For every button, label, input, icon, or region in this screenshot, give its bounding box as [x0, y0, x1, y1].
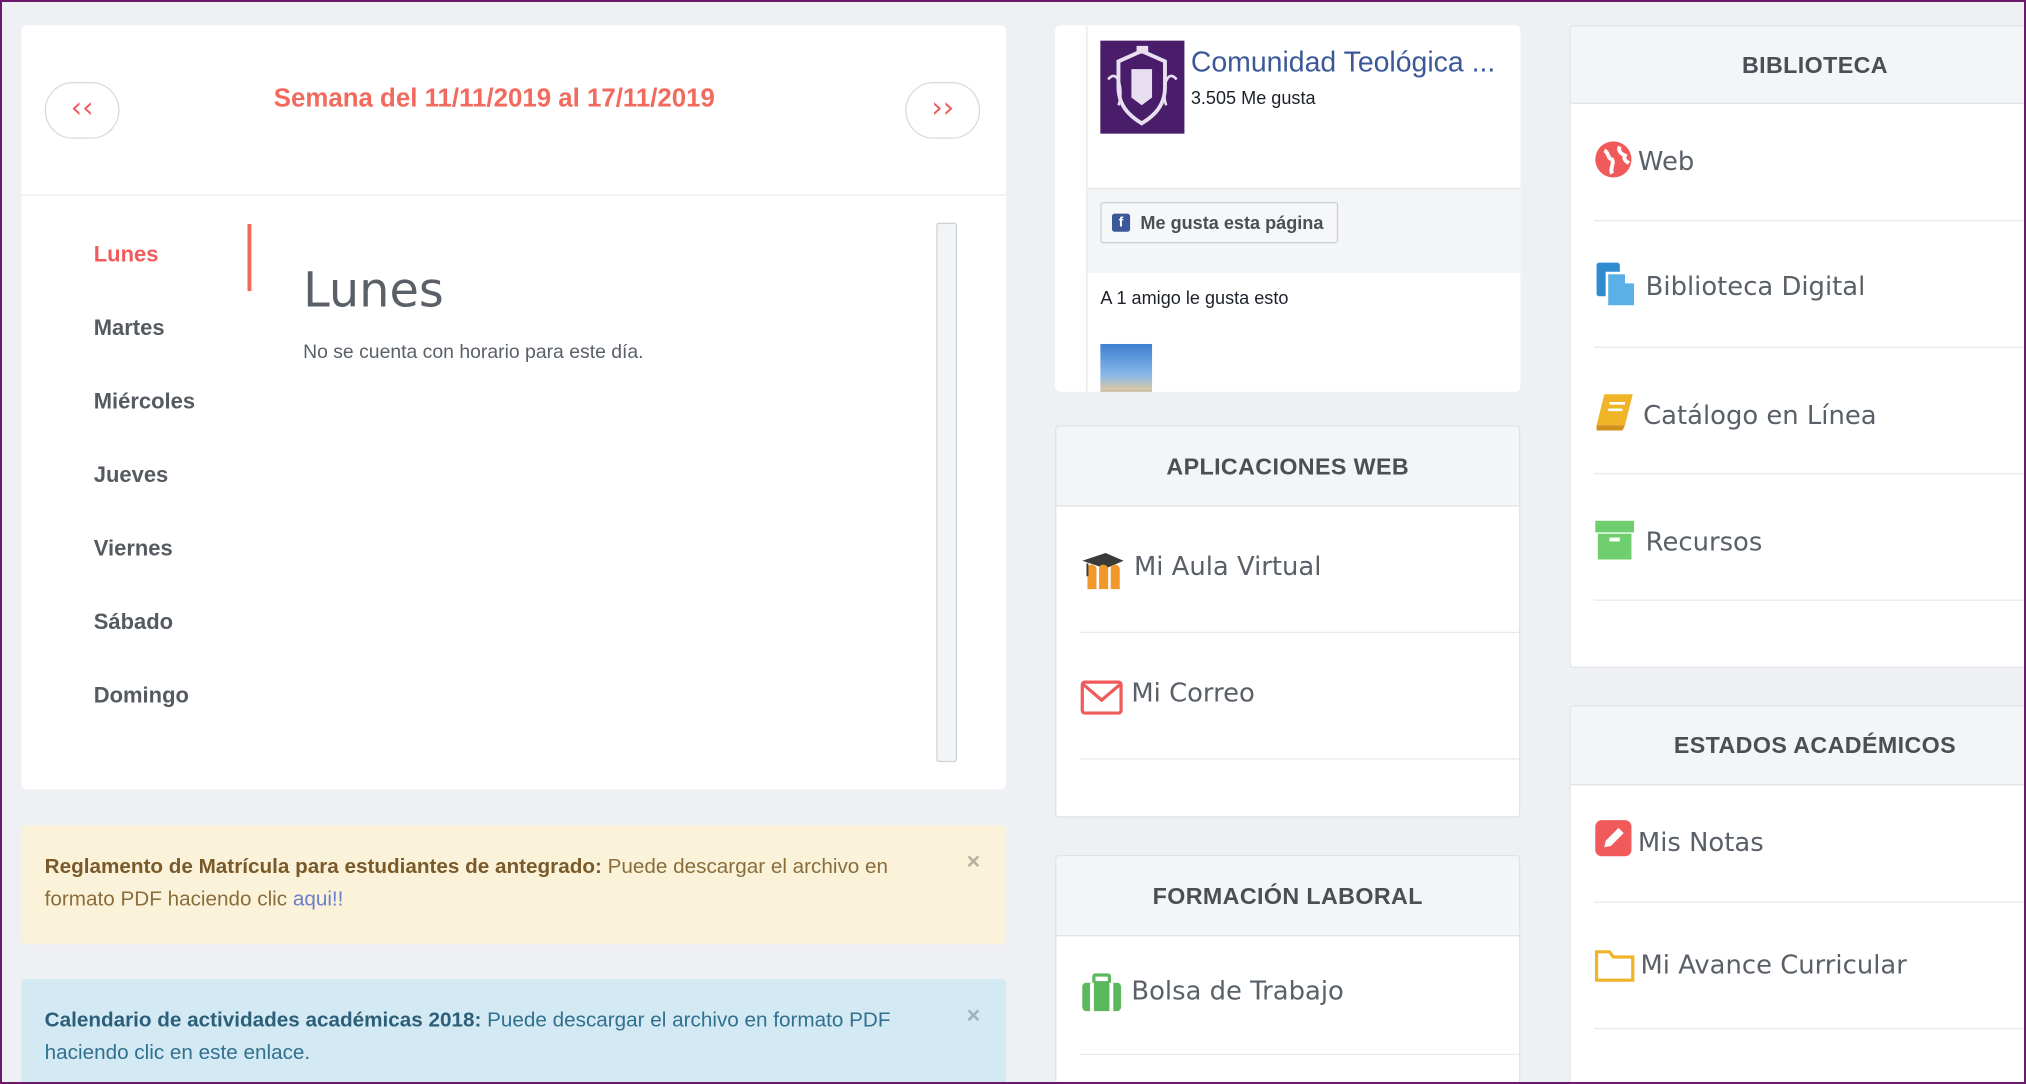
- globe-icon: [1594, 140, 1635, 181]
- envelope-icon: [1080, 680, 1123, 721]
- day-tab-miercoles[interactable]: Miércoles: [94, 389, 195, 463]
- day-tab-lunes[interactable]: Lunes: [94, 242, 195, 316]
- day-heading: Lunes: [303, 262, 444, 319]
- facebook-widget: Comunidad Teológica ... 3.505 Me gusta f…: [1055, 25, 1521, 392]
- link-label: Mi Correo: [1131, 676, 1255, 708]
- active-day-indicator: [247, 223, 252, 292]
- schedule-header: ‹‹ Semana del 11/11/2019 al 17/11/2019 ›…: [21, 25, 1007, 196]
- briefcase-icon: [1080, 972, 1122, 1013]
- next-week-button[interactable]: ››: [905, 82, 981, 139]
- link-label: Web: [1637, 145, 1695, 177]
- link-mis-notas[interactable]: Mis Notas: [1593, 785, 2024, 903]
- link-label: Recursos: [1645, 525, 1763, 557]
- panel-title: ESTADOS ACADÉMICOS: [1570, 706, 2024, 786]
- week-title: Semana del 11/11/2019 al 17/11/2019: [273, 84, 715, 113]
- calendar-alert: Calendario de actividades académicas 201…: [21, 978, 1007, 1082]
- facebook-like-label: Me gusta esta página: [1140, 212, 1324, 233]
- alert-title: Reglamento de Matrícula para estudiantes…: [44, 856, 602, 879]
- dashboard: ‹‹ Semana del 11/11/2019 al 17/11/2019 ›…: [2, 2, 2024, 1082]
- moodle-icon: [1080, 550, 1124, 591]
- facebook-page-plugin: Comunidad Teológica ... 3.505 Me gusta f…: [1086, 25, 1521, 392]
- web-apps-panel: APLICACIONES WEB Mi Aula Virtual Mi Corr…: [1055, 425, 1521, 818]
- facebook-like-button[interactable]: f Me gusta esta página: [1100, 202, 1338, 244]
- panel-title: FORMACIÓN LABORAL: [1056, 856, 1520, 937]
- alert-download-link[interactable]: aqui!!: [293, 889, 344, 911]
- day-tab-jueves[interactable]: Jueves: [94, 463, 195, 537]
- archive-icon: [1594, 518, 1635, 560]
- close-icon[interactable]: ×: [967, 846, 981, 878]
- enrollment-rules-alert: Reglamento de Matrícula para estudiantes…: [21, 825, 1007, 945]
- job-training-panel: FORMACIÓN LABORAL Bolsa de Trabajo: [1055, 855, 1521, 1082]
- schedule-scrollbar[interactable]: [936, 222, 957, 763]
- facebook-icon: f: [1111, 213, 1131, 232]
- folder-icon: [1594, 947, 1635, 988]
- close-icon[interactable]: ×: [967, 1000, 981, 1032]
- link-catalogo-en-linea[interactable]: Catálogo en Línea: [1593, 348, 2024, 475]
- day-list: Lunes Martes Miércoles Jueves Viernes Sá…: [94, 242, 195, 757]
- academic-status-panel: ESTADOS ACADÉMICOS Mis Notas Mi Avance C…: [1569, 705, 2024, 1082]
- book-icon: [1594, 392, 1635, 433]
- link-label: Mis Notas: [1637, 826, 1764, 858]
- link-recursos[interactable]: Recursos: [1593, 474, 2024, 601]
- facebook-like-count: 3.505 Me gusta: [1190, 87, 1316, 108]
- library-panel: BIBLIOTECA Web Biblioteca Digital Catálo…: [1569, 25, 2024, 668]
- day-tab-viernes[interactable]: Viernes: [94, 536, 195, 610]
- link-label: Bolsa de Trabajo: [1131, 975, 1344, 1007]
- day-tab-domingo[interactable]: Domingo: [94, 683, 195, 757]
- link-label: Catálogo en Línea: [1643, 399, 1877, 431]
- link-bolsa-de-trabajo[interactable]: Bolsa de Trabajo: [1079, 936, 1520, 1056]
- friend-avatar[interactable]: [1100, 343, 1153, 392]
- day-message: No se cuenta con horario para este día.: [303, 341, 644, 364]
- schedule-card: ‹‹ Semana del 11/11/2019 al 17/11/2019 ›…: [21, 25, 1007, 790]
- facebook-page-name[interactable]: Comunidad Teológica ...: [1191, 46, 1495, 80]
- link-mi-avance-curricular[interactable]: Mi Avance Curricular: [1593, 903, 2024, 1030]
- link-web[interactable]: Web: [1593, 104, 2024, 222]
- document-icon: [1594, 260, 1637, 308]
- link-label: Mi Aula Virtual: [1133, 550, 1322, 582]
- day-tab-sabado[interactable]: Sábado: [94, 610, 195, 684]
- page-logo-icon[interactable]: [1100, 40, 1185, 134]
- pencil-icon: [1594, 819, 1635, 860]
- alert-title: Calendario de actividades académicas 201…: [44, 1009, 482, 1032]
- day-tab-martes[interactable]: Martes: [94, 316, 195, 390]
- app-frame: ‹‹ Semana del 11/11/2019 al 17/11/2019 ›…: [0, 0, 2026, 1084]
- facebook-friends-text: A 1 amigo le gusta esto: [1100, 287, 1289, 308]
- link-biblioteca-digital[interactable]: Biblioteca Digital: [1593, 221, 2024, 348]
- link-mi-aula-virtual[interactable]: Mi Aula Virtual: [1079, 507, 1520, 634]
- link-label: Mi Avance Curricular: [1640, 949, 1907, 981]
- link-label: Biblioteca Digital: [1645, 270, 1866, 302]
- panel-title: BIBLIOTECA: [1570, 26, 2024, 104]
- panel-title: APLICACIONES WEB: [1056, 426, 1520, 507]
- link-mi-correo[interactable]: Mi Correo: [1079, 633, 1520, 760]
